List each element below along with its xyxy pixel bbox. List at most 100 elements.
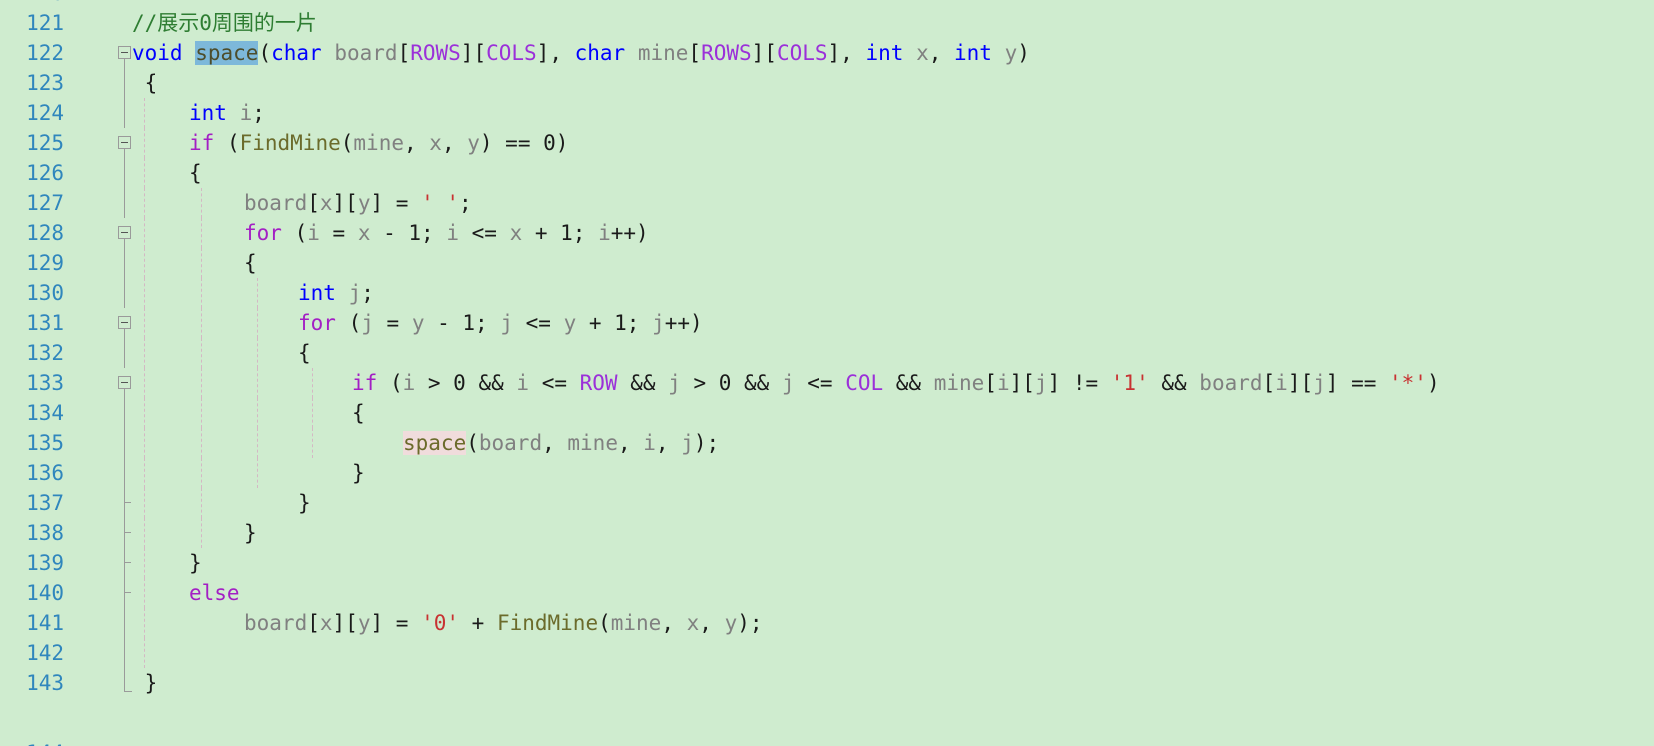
code-line[interactable]: 134 {: [0, 398, 1654, 429]
code-text: space(board, mine, i, j);: [403, 431, 720, 455]
code-line[interactable]: 122 void space(char board[ROWS][COLS], c…: [0, 38, 1654, 69]
code-line[interactable]: 121 //展示0周围的一片: [0, 8, 1654, 38]
code-line[interactable]: 132 {: [0, 338, 1654, 369]
code-line[interactable]: 138 }: [0, 518, 1654, 549]
code-line[interactable]: 123 {: [0, 68, 1654, 99]
fold-collapse-icon[interactable]: [118, 316, 131, 329]
var-y: y: [357, 611, 371, 635]
var-i: i: [598, 221, 611, 245]
var-y: y: [357, 191, 371, 215]
char-literal-zero: '0': [421, 611, 459, 635]
code-line[interactable]: 140 else: [0, 578, 1654, 609]
fold-guide-line: [124, 638, 125, 669]
indent-guide: [257, 278, 258, 309]
var-mine: mine: [933, 371, 985, 395]
code-text: {: [244, 248, 257, 278]
keyword-for: for: [244, 221, 282, 245]
var-y: y: [1004, 41, 1018, 65]
code-text: int i;: [189, 101, 265, 125]
fold-gutter: [118, 608, 134, 639]
code-line[interactable]: 130 int j;: [0, 278, 1654, 309]
fold-gutter: [118, 398, 134, 429]
code-line[interactable]: 128 for (i = x - 1; i <= x + 1; i++): [0, 218, 1654, 249]
line-number: 123: [26, 71, 64, 95]
line-number: 143: [26, 671, 64, 695]
fold-gutter[interactable]: [118, 128, 134, 159]
brace: }: [352, 461, 365, 485]
indent-guide: [201, 458, 202, 489]
line-number: 127: [26, 191, 64, 215]
fold-gutter[interactable]: [118, 308, 134, 339]
fold-gutter: [118, 548, 134, 579]
fold-collapse-icon[interactable]: [118, 46, 131, 59]
code-line[interactable]: 141 board[x][y] = '0' + FindMine(mine, x…: [0, 608, 1654, 639]
fold-guide-line: [124, 578, 125, 609]
fold-gutter[interactable]: [118, 368, 134, 399]
fold-gutter: [118, 428, 134, 459]
fold-gutter: [118, 188, 134, 219]
line-number: 132: [26, 341, 64, 365]
function-findmine: FindMine: [239, 131, 341, 155]
line-number: 133: [26, 371, 64, 395]
brace: }: [132, 671, 158, 695]
code-line[interactable]: 142: [0, 638, 1654, 669]
code-line[interactable]: 133 if (i > 0 && i <= ROW && j > 0 && j …: [0, 368, 1654, 399]
fold-gutter[interactable]: [118, 218, 134, 249]
code-text: //展示0周围的一片: [132, 8, 317, 38]
var-y: y: [467, 131, 480, 155]
indent-guide: [144, 398, 145, 429]
code-line[interactable]: 124 int i;: [0, 98, 1654, 129]
function-findmine: FindMine: [496, 611, 599, 635]
indent-guide: [144, 608, 145, 639]
fold-guide-line: [124, 149, 125, 159]
line-number: 135: [26, 431, 64, 455]
var-board: board: [1199, 371, 1263, 395]
fold-gutter: [118, 518, 134, 549]
fold-guide-line: [124, 239, 125, 249]
code-line[interactable]: 126 {: [0, 158, 1654, 189]
code-line[interactable]: 125 if (FindMine(mine, x, y) == 0): [0, 128, 1654, 159]
code-line[interactable]: 127 board[x][y] = ' ';: [0, 188, 1654, 219]
indent-guide: [257, 308, 258, 339]
fold-gutter: [118, 578, 134, 609]
fold-gutter: [118, 488, 134, 519]
selected-token-space[interactable]: space: [195, 41, 259, 65]
brace: {: [132, 71, 158, 95]
code-line[interactable]: 139 }: [0, 548, 1654, 579]
indent-guide: [144, 428, 145, 459]
line-number: 141: [26, 611, 64, 635]
var-y: y: [563, 311, 577, 335]
fold-guide-line: [124, 608, 125, 639]
indent-guide: [144, 278, 145, 309]
fold-collapse-icon[interactable]: [118, 226, 131, 239]
line-number: 125: [26, 131, 64, 155]
fold-guide-line: [124, 428, 125, 459]
var-x: x: [357, 221, 371, 245]
macro-cols-2: COLS: [776, 41, 828, 65]
code-line[interactable]: 136 }: [0, 458, 1654, 489]
code-line[interactable]: 137 }: [0, 488, 1654, 519]
code-line[interactable]: 131 for (j = y - 1; j <= y + 1; j++): [0, 308, 1654, 339]
indent-guide: [201, 278, 202, 309]
keyword-int: int: [189, 101, 227, 125]
var-i: i: [402, 371, 416, 395]
fold-guide-line: [124, 389, 125, 399]
code-line[interactable]: 129 {: [0, 248, 1654, 279]
keyword-char-2: char: [574, 41, 626, 65]
code-text: int j;: [298, 281, 374, 305]
var-i: i: [996, 371, 1010, 395]
var-y: y: [724, 611, 738, 635]
code-text: board[x][y] = ' ';: [244, 191, 472, 215]
fold-collapse-icon[interactable]: [118, 136, 131, 149]
line-number: 120: [0, 0, 64, 8]
indent-guide: [144, 368, 145, 399]
function-space-reference[interactable]: space: [403, 431, 467, 455]
code-line[interactable]: 143 }: [0, 668, 1654, 698]
keyword-int-2: int: [954, 41, 992, 65]
fold-collapse-icon[interactable]: [118, 376, 131, 389]
fold-gutter: [118, 248, 134, 279]
code-line[interactable]: 135 space(board, mine, i, j);: [0, 428, 1654, 459]
indent-guide: [257, 338, 258, 369]
code-text: {: [132, 68, 158, 98]
code-editor[interactable]: 120 121 //展示0周围的一片 122 void space(char b…: [0, 0, 1654, 746]
